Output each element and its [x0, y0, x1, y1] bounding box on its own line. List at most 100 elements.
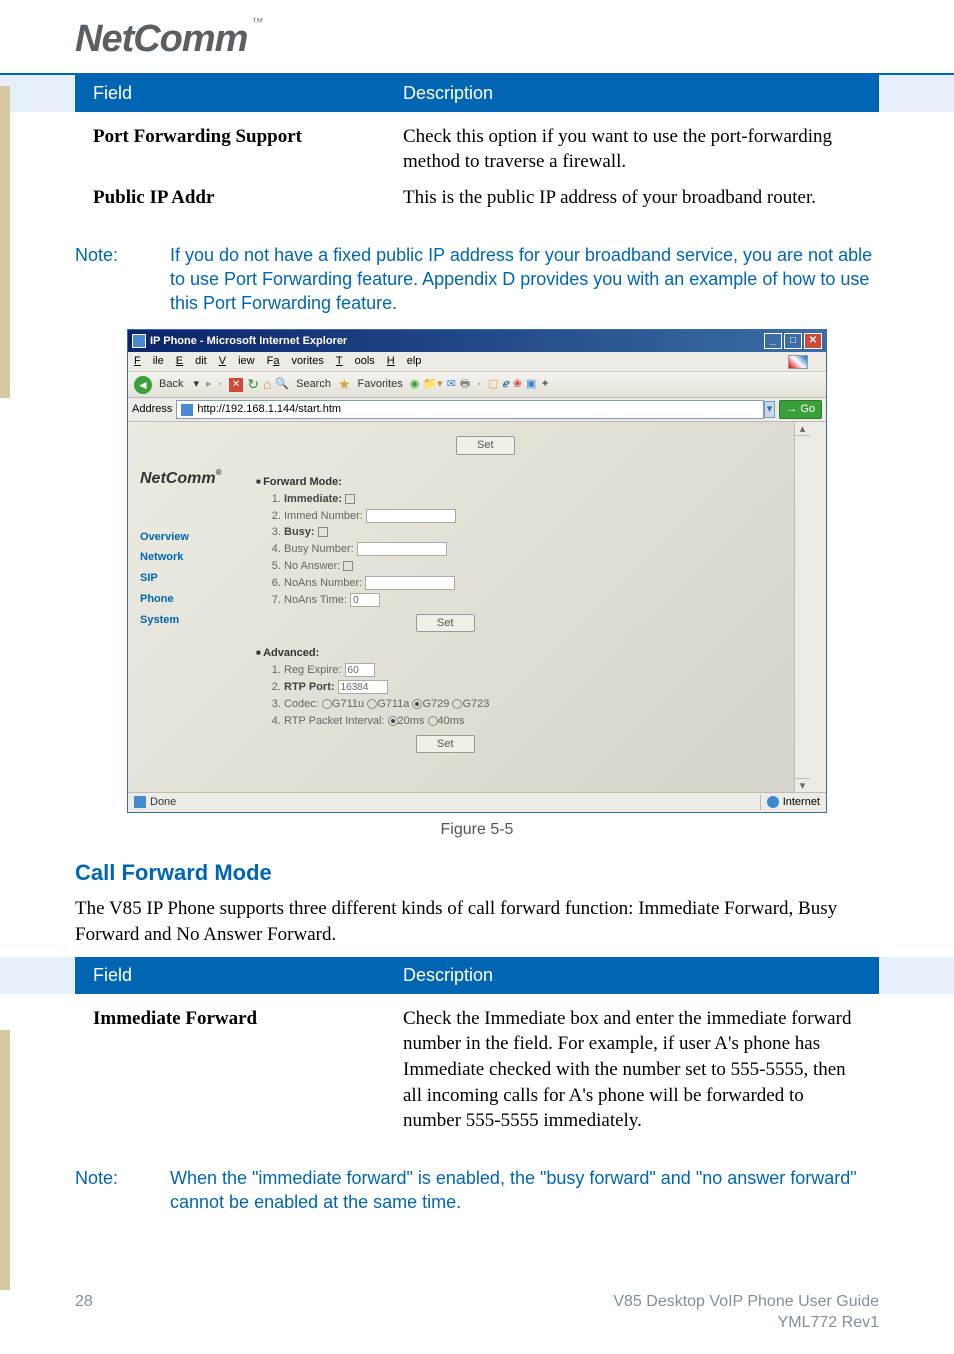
- ie-statusbar: Done Internet: [128, 792, 826, 812]
- table2-head-desc: Description: [403, 963, 861, 987]
- rtp-20ms-radio[interactable]: [388, 716, 398, 726]
- forward-button[interactable]: ▸: [206, 377, 212, 392]
- noanswer-checkbox[interactable]: [343, 561, 353, 571]
- nav-system[interactable]: System: [140, 613, 242, 628]
- table-row: Public IP Addr This is the public IP add…: [93, 185, 861, 211]
- list-item: Immed Number:: [284, 509, 792, 524]
- mail-button[interactable]: ✉: [447, 377, 456, 392]
- scroll-down-icon[interactable]: ▾: [795, 778, 810, 792]
- header-logo: NetComm™: [0, 0, 954, 73]
- set-button-advanced[interactable]: Set: [416, 735, 475, 754]
- favorites-label[interactable]: Favorites: [358, 377, 403, 392]
- toolbar-extra-3[interactable]: ❀: [513, 377, 522, 392]
- menu-favorites[interactable]: Favorites: [267, 354, 324, 369]
- rtp-port-input[interactable]: 16384: [338, 680, 388, 694]
- codec-g729-radio[interactable]: [412, 699, 422, 709]
- note2-text: When the "immediate forward" is enabled,…: [170, 1166, 879, 1215]
- toolbar-extra-1[interactable]: ▢: [488, 377, 498, 392]
- menu-view[interactable]: View: [219, 354, 255, 369]
- address-input[interactable]: http://192.168.1.144/start.htm: [176, 400, 763, 419]
- table-row: Port Forwarding Support Check this optio…: [93, 124, 861, 175]
- search-icon[interactable]: 🔍: [275, 377, 289, 392]
- go-button[interactable]: → Go: [779, 400, 822, 419]
- noans-number-input[interactable]: [365, 576, 455, 590]
- address-url: http://192.168.1.144/start.htm: [197, 402, 341, 417]
- list-item: Busy:: [284, 525, 792, 540]
- toolbar-extra-2[interactable]: ℯ: [502, 377, 509, 392]
- table2-row0-field: Immediate Forward: [93, 1006, 403, 1134]
- table1-row0-field: Port Forwarding Support: [93, 124, 403, 175]
- table1-head-desc: Description: [403, 81, 861, 105]
- menu-file[interactable]: File: [134, 354, 164, 369]
- set-button-top[interactable]: Set: [456, 436, 515, 455]
- table2-row0-desc: Check the Immediate box and enter the im…: [403, 1006, 861, 1134]
- back-dropdown-icon[interactable]: ▾: [193, 377, 199, 392]
- media-button[interactable]: ◉: [410, 377, 420, 392]
- advanced-heading: Advanced:: [256, 646, 792, 661]
- status-page-icon: [134, 796, 146, 808]
- list-item: Immediate:: [284, 492, 792, 507]
- table1-head-field: Field: [93, 81, 403, 105]
- toolbar-extra-5[interactable]: ✦: [540, 377, 549, 392]
- ie-main: Set Forward Mode: Immediate: Immed Numbe…: [246, 428, 802, 786]
- set-button-forward[interactable]: Set: [416, 614, 475, 633]
- back-button[interactable]: ◄: [134, 376, 152, 394]
- figure-screenshot: IP Phone - Microsoft Internet Explorer _…: [75, 329, 879, 840]
- forward-mode-heading: Forward Mode:: [256, 475, 792, 490]
- table1-band: Field Description: [0, 75, 954, 111]
- nav-overview[interactable]: Overview: [140, 530, 242, 545]
- list-item: RTP Packet Interval: 20ms 40ms: [284, 714, 792, 729]
- codec-g723-radio[interactable]: [452, 699, 462, 709]
- minimize-button[interactable]: _: [764, 333, 782, 349]
- immediate-checkbox[interactable]: [345, 494, 355, 504]
- codec-g711u-radio[interactable]: [322, 699, 332, 709]
- rtp-40ms-radio[interactable]: [428, 716, 438, 726]
- busy-number-input[interactable]: [357, 542, 447, 556]
- table2-head-field: Field: [93, 963, 403, 987]
- list-item: Codec: G711u G711a G729 G723: [284, 697, 792, 712]
- stop-button[interactable]: ✕: [229, 378, 243, 392]
- table1-body: Port Forwarding Support Check this optio…: [75, 112, 879, 233]
- noans-time-input[interactable]: 0: [350, 593, 380, 607]
- menu-help[interactable]: Help: [387, 354, 422, 369]
- section-call-forward-para: The V85 IP Phone supports three differen…: [75, 896, 879, 947]
- home-button[interactable]: ⌂: [263, 375, 271, 394]
- nav-network[interactable]: Network: [140, 550, 242, 565]
- ie-nav: Overview Network SIP Phone System: [140, 530, 242, 628]
- page-logo: NetComm®: [140, 468, 242, 490]
- list-item: RTP Port: 16384: [284, 680, 792, 695]
- search-label[interactable]: Search: [296, 377, 331, 392]
- table1-row0-desc: Check this option if you want to use the…: [403, 124, 861, 175]
- nav-phone[interactable]: Phone: [140, 592, 242, 607]
- status-text: Done: [150, 795, 760, 810]
- busy-checkbox[interactable]: [318, 527, 328, 537]
- favorites-icon[interactable]: ★: [338, 375, 351, 394]
- close-button[interactable]: ✕: [804, 333, 822, 349]
- table2-header: Field Description: [75, 957, 879, 993]
- figure-caption: Figure 5-5: [75, 819, 879, 841]
- note1-text: If you do not have a fixed public IP add…: [170, 243, 879, 316]
- reg-expire-input[interactable]: 60: [345, 663, 375, 677]
- ie-app-icon: [132, 334, 146, 348]
- forward-mode-list: Immediate: Immed Number: Busy: Busy Numb…: [284, 492, 792, 608]
- menu-edit[interactable]: Edit: [176, 354, 207, 369]
- toolbar-extra-4[interactable]: ▣: [526, 377, 536, 392]
- list-item: NoAns Time: 0: [284, 593, 792, 608]
- scroll-up-icon[interactable]: ▴: [795, 422, 810, 436]
- print-button[interactable]: 🖶: [460, 377, 470, 392]
- address-dropdown-icon[interactable]: ▾: [764, 401, 776, 418]
- immed-number-input[interactable]: [366, 509, 456, 523]
- ie-scrollbar[interactable]: ▴ ▾: [794, 422, 810, 792]
- maximize-button[interactable]: □: [784, 333, 802, 349]
- list-item: Reg Expire: 60: [284, 663, 792, 678]
- footer-rev: YML772 Rev1: [613, 1312, 879, 1334]
- address-label: Address: [132, 402, 172, 417]
- history-button[interactable]: 📁▾: [423, 377, 442, 392]
- ie-throbber-icon: [788, 355, 808, 369]
- nav-sip[interactable]: SIP: [140, 571, 242, 586]
- back-label[interactable]: Back: [159, 377, 183, 392]
- menu-tools[interactable]: Tools: [336, 354, 375, 369]
- list-item: Busy Number:: [284, 542, 792, 557]
- refresh-button[interactable]: ↻: [247, 375, 259, 394]
- codec-g711a-radio[interactable]: [367, 699, 377, 709]
